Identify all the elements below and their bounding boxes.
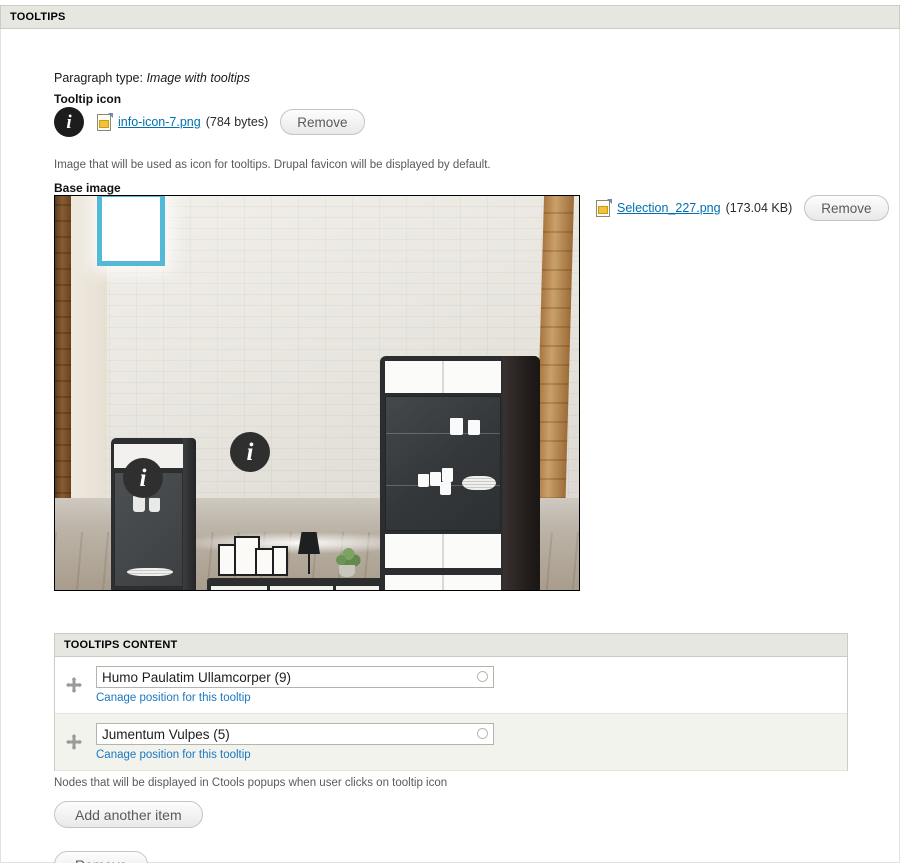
- tooltips-paragraph-form: TOOLTIPS Paragraph type: Image with tool…: [0, 0, 900, 863]
- tooltip-icon-file-row: i info-icon-7.png (784 bytes) Remove: [54, 107, 365, 137]
- tooltips-fieldset-body: Paragraph type: Image with tooltips Tool…: [0, 29, 900, 863]
- base-image-file-link[interactable]: Selection_227.png: [617, 201, 721, 215]
- autocomplete-throbber-icon: [477, 671, 488, 682]
- file-document-icon: [596, 198, 612, 217]
- tooltip-icon-file-size: (784 bytes): [205, 115, 269, 129]
- interior-furniture-photo: i i: [55, 196, 579, 590]
- remove-paragraph-button[interactable]: Remove: [54, 851, 149, 863]
- change-position-link-2[interactable]: Canage position for this tooltip: [96, 749, 494, 761]
- info-icon-preview: i: [54, 107, 84, 137]
- table-row: Canage position for this tooltip: [55, 714, 847, 771]
- tooltip-icon-file-link[interactable]: info-icon-7.png: [118, 115, 201, 129]
- paragraph-type-value: Image with tooltips: [146, 71, 250, 85]
- file-document-icon: [97, 112, 113, 131]
- hotspot-glyph: i: [139, 464, 147, 492]
- remove-base-image-button[interactable]: Remove: [804, 195, 889, 221]
- autocomplete-wrapper: [96, 723, 494, 745]
- row-fields: Canage position for this tooltip: [96, 714, 494, 761]
- autocomplete-wrapper: [96, 666, 494, 688]
- base-image-file-row: Selection_227.png (173.04 KB) Remove: [596, 195, 889, 221]
- base-image-file-size: (173.04 KB): [725, 201, 793, 215]
- tooltips-legend-label: TOOLTIPS: [10, 11, 66, 23]
- paragraph-type-prefix: Paragraph type:: [54, 71, 143, 85]
- tooltips-content-rows: Canage position for this tooltip: [54, 657, 848, 771]
- tooltip-hotspot-icon-1[interactable]: i: [123, 458, 163, 498]
- remove-tooltip-icon-button[interactable]: Remove: [280, 109, 365, 135]
- tooltips-content-legend-label: TOOLTIPS CONTENT: [64, 639, 178, 651]
- row-drag-handle[interactable]: [66, 734, 82, 750]
- autocomplete-throbber-icon: [477, 728, 488, 739]
- base-image-preview: i i: [54, 195, 580, 591]
- paragraph-type: Paragraph type: Image with tooltips: [54, 71, 250, 85]
- tooltip-hotspot-icon-2[interactable]: i: [230, 432, 270, 472]
- tooltips-content-description: Nodes that will be displayed in Ctools p…: [54, 777, 448, 789]
- tooltip-icon-description: Image that will be used as icon for tool…: [54, 159, 491, 171]
- row-fields: Canage position for this tooltip: [96, 657, 494, 704]
- hotspot-glyph: i: [246, 438, 254, 466]
- add-another-item-button[interactable]: Add another item: [54, 801, 203, 828]
- base-image-label: Base image: [54, 181, 121, 195]
- tooltips-fieldset-legend[interactable]: TOOLTIPS: [0, 5, 900, 29]
- tooltip-node-input-1[interactable]: [96, 666, 494, 688]
- change-position-link-1[interactable]: Canage position for this tooltip: [96, 692, 494, 704]
- info-icon-glyph: i: [66, 111, 72, 133]
- row-drag-handle[interactable]: [66, 677, 82, 693]
- tooltips-content-legend[interactable]: TOOLTIPS CONTENT: [54, 633, 848, 657]
- table-row: Canage position for this tooltip: [55, 657, 847, 714]
- tooltip-node-input-2[interactable]: [96, 723, 494, 745]
- tooltip-icon-label: Tooltip icon: [54, 92, 122, 106]
